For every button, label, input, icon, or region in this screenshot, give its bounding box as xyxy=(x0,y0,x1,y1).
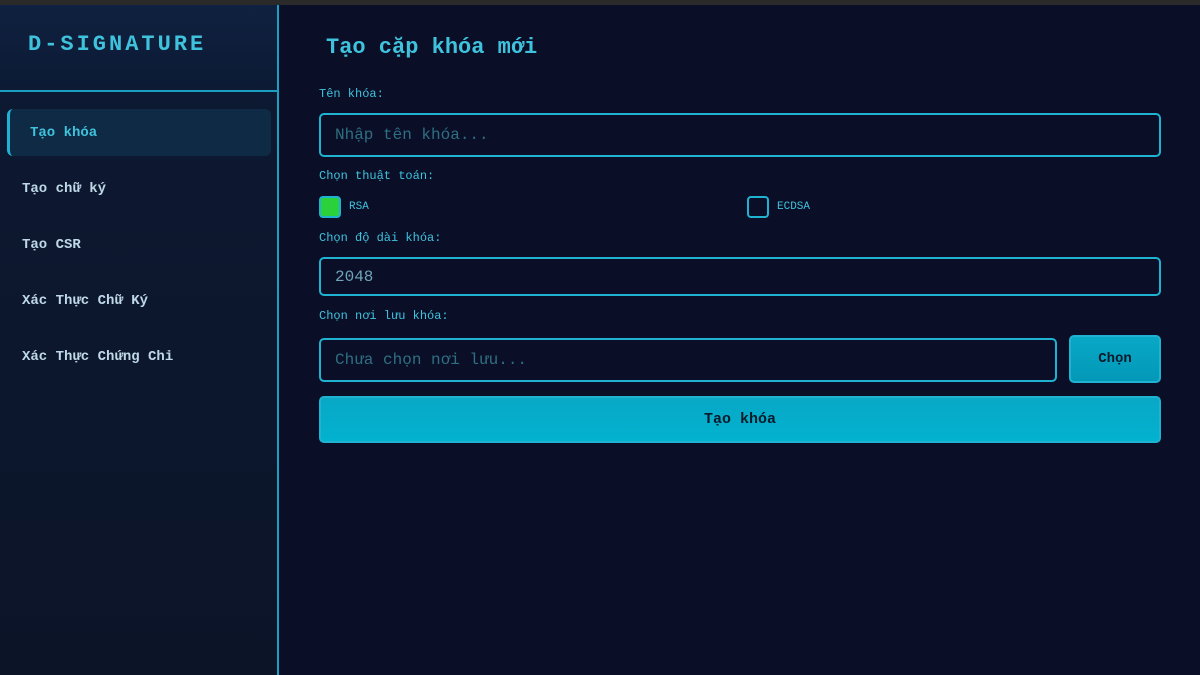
algorithm-option-rsa[interactable]: RSA xyxy=(319,196,369,218)
rsa-checkbox[interactable] xyxy=(319,196,341,218)
save-location-input[interactable] xyxy=(319,338,1057,382)
sidebar-item-label: Xác Thực Chứng Chỉ xyxy=(22,348,174,365)
sidebar-item-label: Xác Thực Chữ Ký xyxy=(22,292,149,309)
sidebar-item-label: Tạo khóa xyxy=(30,124,98,141)
rsa-label: RSA xyxy=(349,201,369,213)
algorithm-option-ecdsa[interactable]: ECDSA xyxy=(747,196,810,218)
sidebar-item-tao-csr[interactable]: Tạo CSR xyxy=(7,221,271,268)
key-length-field[interactable] xyxy=(319,257,1161,296)
sidebar-item-tao-chu-ky[interactable]: Tạo chữ ký xyxy=(7,165,271,212)
sidebar: D-SIGNATURE Tạo khóa Tạo chữ ký Tạo CSR … xyxy=(0,5,279,675)
choose-location-button[interactable]: Chọn xyxy=(1069,335,1161,383)
key-name-input[interactable] xyxy=(319,113,1161,157)
key-name-label: Tên khóa: xyxy=(319,87,384,101)
page-title: Tạo cặp khóa mới xyxy=(326,35,538,60)
save-location-label: Chọn nơi lưu khóa: xyxy=(319,309,449,323)
sidebar-item-xac-thuc-chung-chi[interactable]: Xác Thực Chứng Chỉ xyxy=(7,333,271,380)
ecdsa-label: ECDSA xyxy=(777,201,811,213)
sidebar-item-label: Tạo CSR xyxy=(22,236,81,253)
algorithm-label: Chọn thuật toán: xyxy=(319,169,435,183)
main-panel: Tạo cặp khóa mới Tên khóa: Chọn thuật to… xyxy=(279,5,1200,675)
brand-header: D-SIGNATURE xyxy=(0,5,277,92)
sidebar-item-tao-khoa[interactable]: Tạo khóa xyxy=(7,109,271,156)
sidebar-item-xac-thuc-chu-ky[interactable]: Xác Thực Chữ Ký xyxy=(7,277,271,324)
key-length-label: Chọn độ dài khóa: xyxy=(319,231,442,245)
app-brand: D-SIGNATURE xyxy=(28,32,207,57)
ecdsa-checkbox[interactable] xyxy=(747,196,769,218)
create-key-button[interactable]: Tạo khóa xyxy=(319,396,1161,443)
sidebar-item-label: Tạo chữ ký xyxy=(22,180,107,197)
